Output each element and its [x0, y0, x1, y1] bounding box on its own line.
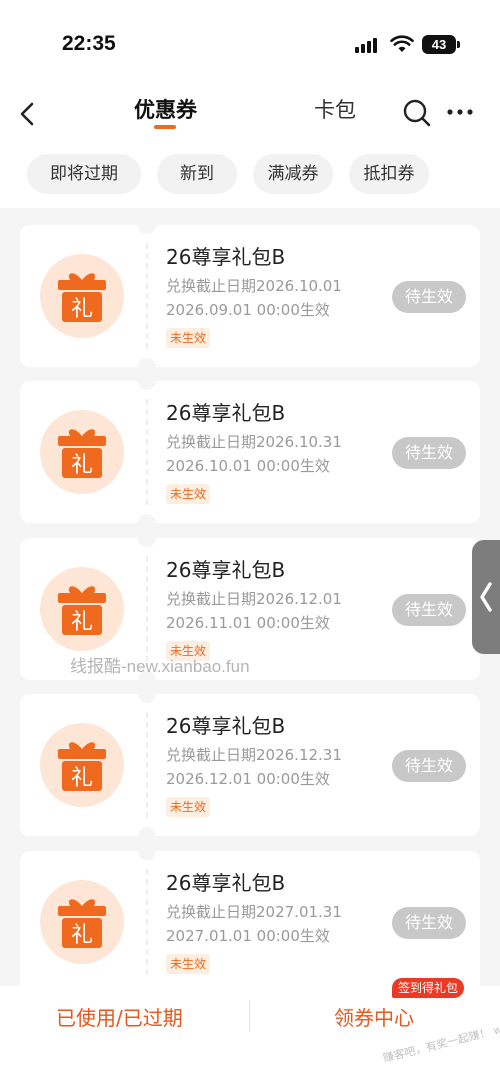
gift-icon-circle: 礼: [40, 567, 124, 651]
coupon-title: 26尊享礼包B: [166, 871, 286, 895]
gift-box-icon: 礼: [58, 429, 106, 478]
coupon-pending-button[interactable]: 待生效: [392, 594, 466, 626]
filter-chip-deduction[interactable]: 抵扣券: [349, 154, 429, 194]
coupon-list: 礼 26尊享礼包B 兑换截止日期2026.10.01 2026.09.01 00…: [0, 208, 500, 986]
gift-box-icon: 礼: [58, 273, 106, 322]
filter-chip-new[interactable]: 新到: [157, 154, 237, 194]
svg-text:礼: 礼: [71, 453, 93, 478]
coupon-center-button[interactable]: 领券中心: [334, 1002, 414, 1031]
more-options-icon[interactable]: [446, 100, 474, 124]
svg-text:礼: 礼: [71, 610, 93, 635]
coupon-pending-button[interactable]: 待生效: [392, 437, 466, 469]
used-expired-button[interactable]: 已使用/已过期: [56, 1002, 183, 1031]
coupon-inactive-badge: 未生效: [166, 797, 211, 817]
coupon-pending-button[interactable]: 待生效: [392, 907, 466, 939]
ticket-notch: [138, 842, 156, 860]
dashed-divider: [146, 869, 148, 975]
coupon-redeem-deadline: 兑换截止日期2026.10.31: [166, 433, 342, 451]
coupon-inactive-badge: 未生效: [166, 954, 211, 974]
coupon-title: 26尊享礼包B: [166, 714, 286, 738]
coupon-effective-time: 2026.12.01 00:00生效: [166, 770, 330, 788]
svg-text:礼: 礼: [71, 766, 93, 791]
signin-gift-badge: 签到得礼包: [392, 978, 465, 998]
coupon-redeem-deadline: 兑换截止日期2026.12.31: [166, 746, 342, 764]
gift-icon-circle: 礼: [40, 723, 124, 807]
coupon-effective-time: 2026.11.01 00:00生效: [166, 614, 330, 632]
active-tab-underline: [154, 125, 176, 129]
search-icon[interactable]: [402, 98, 432, 128]
filter-chip-discount[interactable]: 满减券: [253, 154, 333, 194]
nav-bar: 优惠券 卡包: [0, 90, 500, 140]
bottom-divider: [249, 1000, 250, 1032]
wifi-icon: [390, 35, 414, 52]
coupon-redeem-deadline: 兑换截止日期2027.01.31: [166, 903, 342, 921]
coupon-card[interactable]: 礼 26尊享礼包B 兑换截止日期2026.12.31 2026.12.01 00…: [20, 685, 480, 845]
coupon-title: 26尊享礼包B: [166, 245, 286, 269]
watermark-text: 线报酷-new.xianbao.fun: [70, 657, 250, 676]
status-bar: 22:35 43: [0, 0, 500, 90]
coupon-pending-button[interactable]: 待生效: [392, 281, 466, 313]
ticket-notch: [138, 529, 156, 547]
svg-text:礼: 礼: [71, 923, 93, 948]
chevron-left-icon: [480, 582, 492, 612]
dashed-divider: [146, 556, 148, 662]
gift-icon-circle: 礼: [40, 410, 124, 494]
back-arrow-icon[interactable]: [14, 96, 42, 132]
coupon-card[interactable]: 礼 26尊享礼包B 兑换截止日期2026.10.31 2026.10.01 00…: [20, 372, 480, 532]
ticket-notch: [138, 685, 156, 703]
gift-box-icon: 礼: [58, 586, 106, 635]
coupon-effective-time: 2026.10.01 00:00生效: [166, 457, 330, 475]
dashed-divider: [146, 399, 148, 505]
filter-chip-bar: 即将过期 新到 满减券 抵扣券: [0, 140, 500, 208]
side-drawer-handle[interactable]: [472, 540, 500, 654]
gift-icon-circle: 礼: [40, 880, 124, 964]
coupon-redeem-deadline: 兑换截止日期2026.10.01: [166, 277, 342, 295]
gift-box-icon: 礼: [58, 899, 106, 948]
ticket-notch: [138, 372, 156, 390]
tab-coupons[interactable]: 优惠券: [134, 96, 197, 124]
svg-text:礼: 礼: [71, 297, 93, 322]
battery-indicator: 43: [422, 35, 460, 54]
filter-chip-expiring-soon[interactable]: 即将过期: [27, 154, 141, 194]
coupon-title: 26尊享礼包B: [166, 401, 286, 425]
gift-box-icon: 礼: [58, 742, 106, 791]
coupon-card[interactable]: 礼 26尊享礼包B 兑换截止日期2026.10.01 2026.09.01 00…: [20, 216, 480, 376]
coupon-effective-time: 2027.01.01 00:00生效: [166, 927, 330, 945]
coupon-inactive-badge: 未生效: [166, 484, 211, 504]
coupon-pending-button[interactable]: 待生效: [392, 750, 466, 782]
cellular-signal-icon: [355, 37, 381, 53]
coupon-card[interactable]: 礼 26尊享礼包B 兑换截止日期2027.01.31 2027.01.01 00…: [20, 842, 480, 986]
coupon-inactive-badge: 未生效: [166, 328, 211, 348]
ticket-notch: [138, 216, 156, 234]
dashed-divider: [146, 243, 148, 349]
coupon-title: 26尊享礼包B: [166, 558, 286, 582]
gift-icon-circle: 礼: [40, 254, 124, 338]
dashed-divider: [146, 712, 148, 818]
status-time: 22:35: [62, 32, 116, 55]
tab-card-bag[interactable]: 卡包: [314, 96, 356, 124]
bottom-action-bar: 已使用/已过期 领券中心 签到得礼包 赚客吧，有奖一起赚！ www.zuanke…: [0, 978, 500, 1086]
coupon-effective-time: 2026.09.01 00:00生效: [166, 301, 330, 319]
coupon-redeem-deadline: 兑换截止日期2026.12.01: [166, 590, 342, 608]
